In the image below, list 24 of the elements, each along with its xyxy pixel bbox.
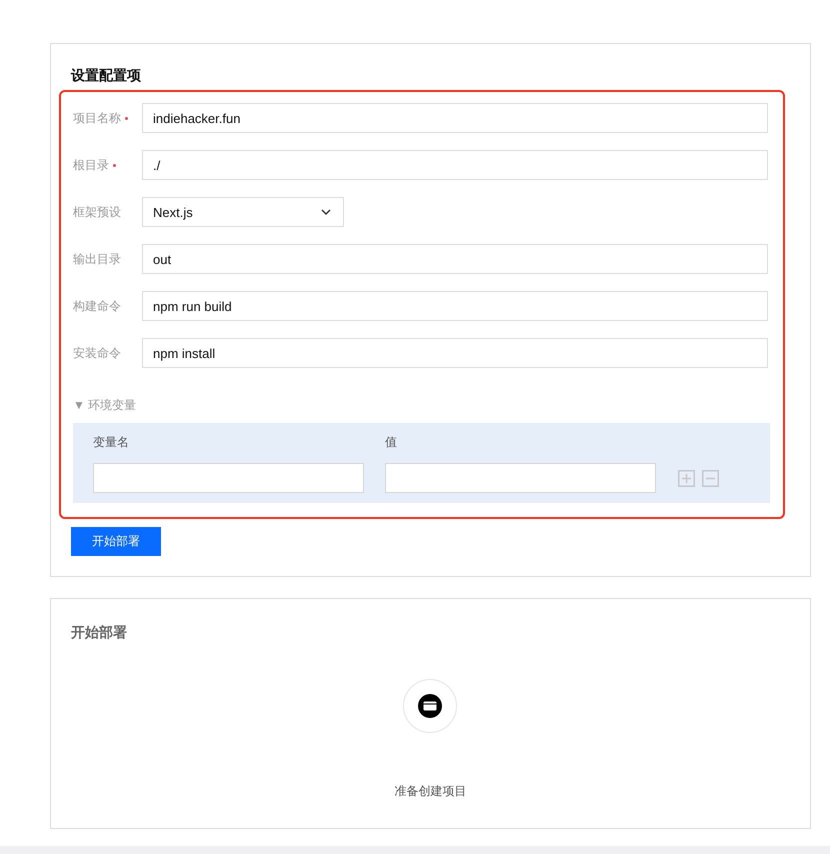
card-title: 设置配置项 xyxy=(71,66,142,84)
value-field[interactable] xyxy=(385,463,656,493)
field-label: 项目名称 xyxy=(73,110,121,126)
select-field[interactable]: Next.js xyxy=(142,197,344,227)
column-header: 变量名 xyxy=(93,434,130,451)
folder-icon xyxy=(416,692,444,720)
text-field[interactable]: npm install xyxy=(142,338,768,368)
field-label: 框架预设 xyxy=(73,204,121,220)
caret-icon xyxy=(321,209,331,215)
text-field[interactable]: indiehacker.fun xyxy=(142,103,768,133)
field-label: 安装命令 xyxy=(73,344,121,362)
text-field[interactable]: out xyxy=(142,244,768,274)
status-text: 准备创建项目 xyxy=(394,783,466,800)
card-title: 开始部署 xyxy=(71,623,127,641)
text-field[interactable]: ./ xyxy=(142,150,768,180)
field-label: 根目录 xyxy=(73,156,109,174)
deploy-button[interactable]: 开始部署 xyxy=(71,527,161,556)
field-label: 输出目录 xyxy=(73,250,121,268)
column-header: 值 xyxy=(385,434,398,451)
add-icon[interactable] xyxy=(678,470,695,486)
remove-icon[interactable] xyxy=(702,470,719,486)
name-field[interactable] xyxy=(93,463,364,493)
text-field[interactable]: npm run build xyxy=(142,291,768,321)
field-label: 构建命令 xyxy=(73,298,121,314)
